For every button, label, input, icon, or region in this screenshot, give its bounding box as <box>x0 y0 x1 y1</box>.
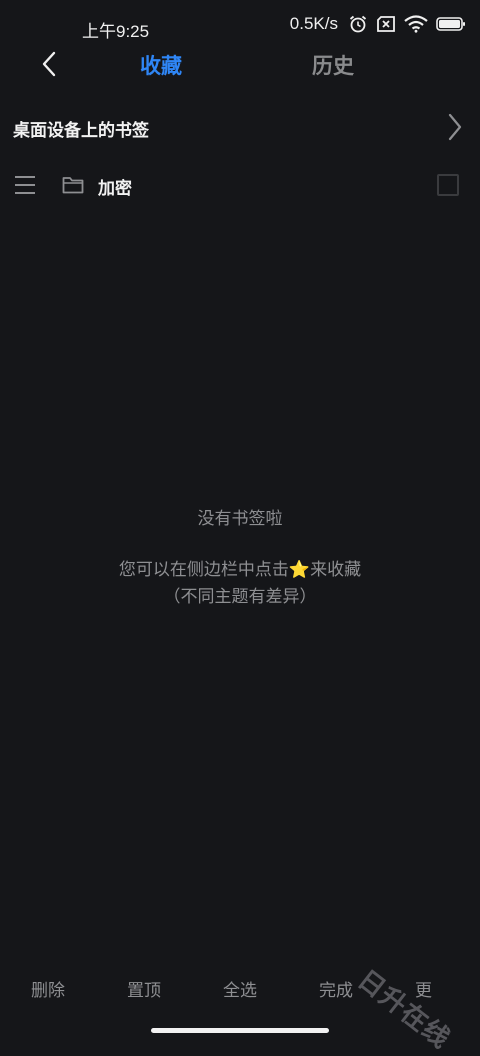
home-indicator[interactable] <box>151 1028 329 1033</box>
sim-error-icon <box>376 15 396 33</box>
select-all-button[interactable]: 全选 <box>223 976 257 1001</box>
folder-row[interactable]: 加密 <box>0 168 480 204</box>
pin-to-top-button[interactable]: 置顶 <box>127 976 161 1001</box>
delete-button[interactable]: 删除 <box>31 976 65 1001</box>
done-button[interactable]: 完成 <box>319 976 353 1001</box>
empty-state-hint: 您可以在侧边栏中点击⭐来收藏 <box>118 560 362 580</box>
battery-icon <box>436 16 466 32</box>
tab-favorites[interactable]: 收藏 <box>140 50 182 80</box>
tab-history[interactable]: 历史 <box>312 50 354 80</box>
network-speed: 0.5K/s <box>289 14 338 33</box>
empty-state-note: （不同主题有差异） <box>163 587 317 607</box>
back-arrow-icon <box>42 51 56 77</box>
folder-icon <box>62 175 84 199</box>
top-nav: 收藏 历史 <box>0 40 480 90</box>
status-time: 上午9:25 <box>82 22 150 41</box>
folder-checkbox[interactable] <box>437 174 459 196</box>
empty-state-title: 没有书签啦 <box>197 509 283 529</box>
desktop-bookmarks-row[interactable]: 桌面设备上的书签 <box>0 110 480 146</box>
watermark: 日升在线 <box>351 964 456 1055</box>
alarm-icon <box>348 14 368 34</box>
wifi-icon <box>404 15 428 33</box>
empty-state: 没有书签啦 您可以在侧边栏中点击⭐来收藏 （不同主题有差异） <box>0 504 480 607</box>
chevron-right-icon <box>446 112 464 146</box>
back-button[interactable] <box>34 48 66 80</box>
drag-handle-icon[interactable] <box>14 175 36 199</box>
status-icons: 0.5K/s <box>290 14 466 34</box>
desktop-bookmarks-label: 桌面设备上的书签 <box>13 121 149 141</box>
folder-label: 加密 <box>98 179 132 199</box>
